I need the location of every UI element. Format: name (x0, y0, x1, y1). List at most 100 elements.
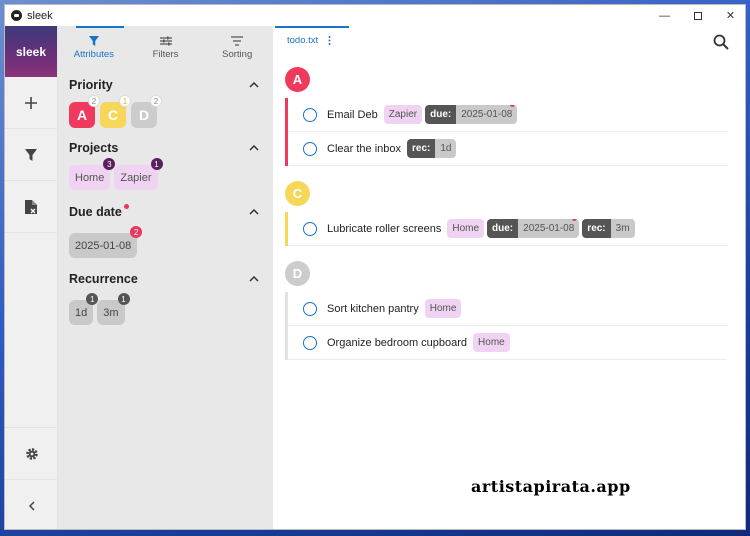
tab-filters[interactable]: Filters (130, 26, 202, 69)
section-title: Due date (69, 205, 122, 219)
project-tag[interactable]: Home (473, 333, 510, 352)
todo-text: Organize bedroom cupboard (327, 336, 468, 349)
todo-text: Clear the inbox (327, 142, 401, 155)
sort-icon (231, 35, 244, 46)
section-title: Priority (69, 78, 113, 92)
todo-text: Lubricate roller screens (327, 222, 442, 235)
window-controls: — ✕ (648, 5, 745, 26)
count-badge: 1 (119, 95, 131, 107)
todo-item[interactable]: Lubricate roller screens Home due: 2025-0… (285, 212, 727, 246)
watermark-text: artistapirata.app (471, 477, 631, 496)
priority-header[interactable]: Priority (69, 72, 262, 98)
projects-section: Projects Home 3 Zapier 1 (58, 135, 273, 190)
tab-sorting[interactable]: Sorting (201, 26, 273, 69)
filter-icon (88, 35, 99, 46)
todo-item[interactable]: Clear the inbox rec: 1d (285, 132, 727, 166)
toggle-filters-button[interactable] (5, 129, 57, 181)
nav-rail: sleek (5, 26, 58, 529)
drawer-panel: Attributes Filters Sorting Priority A 2 (58, 26, 273, 529)
maximize-button[interactable] (681, 5, 714, 26)
drawer-tabs: Attributes Filters Sorting (58, 26, 273, 69)
chevron-up-icon[interactable] (246, 271, 262, 287)
priority-chip-d[interactable]: D 2 (131, 95, 162, 128)
group-bar (285, 212, 288, 246)
recurrence-header[interactable]: Recurrence (69, 266, 262, 292)
todo-list: A Email Deb Zapier due: 2025-01-08 Clear … (285, 62, 727, 360)
rec-tag[interactable]: rec: 1d (407, 139, 457, 158)
add-todo-button[interactable] (5, 77, 57, 129)
section-title: Recurrence (69, 272, 138, 286)
due-date-section: Due date 2025-01-08 2 (58, 199, 273, 258)
section-title: Projects (69, 141, 119, 155)
close-button[interactable]: ✕ (714, 5, 745, 26)
due-tag[interactable]: due: 2025-01-08 (425, 105, 518, 124)
recurrence-section: Recurrence 1d 1 3m 1 (58, 266, 273, 325)
recurrence-chip-3m[interactable]: 3m 1 (97, 293, 130, 325)
app-logo-icon (11, 10, 22, 21)
count-badge: 2 (88, 95, 100, 107)
tab-label: Attributes (73, 48, 114, 60)
sliders-icon (159, 36, 172, 45)
recurrence-chip-1d[interactable]: 1d 1 (69, 293, 99, 325)
project-tag[interactable]: Home (447, 219, 485, 238)
priority-section: Priority A 2 C 1 D 2 (58, 72, 273, 128)
count-badge: 1 (117, 293, 130, 305)
group-d: D Sort kitchen pantry Home Organize bedr… (285, 261, 727, 360)
project-tag[interactable]: Home (424, 299, 462, 318)
project-chip-zapier[interactable]: Zapier 1 (114, 158, 163, 190)
maximize-icon (693, 11, 702, 20)
rec-tag[interactable]: rec: 3m (582, 219, 635, 238)
search-icon (713, 34, 729, 50)
more-vert-icon[interactable] (328, 36, 331, 45)
complete-checkbox[interactable] (303, 107, 317, 122)
group-c: C Lubricate roller screens Home due: 2025… (285, 181, 727, 246)
file-menu-button[interactable] (5, 181, 57, 233)
count-badge: 2 (130, 226, 143, 238)
chevron-up-icon[interactable] (246, 77, 262, 93)
projects-header[interactable]: Projects (69, 135, 262, 161)
complete-checkbox[interactable] (303, 221, 317, 236)
chevron-up-icon[interactable] (246, 140, 262, 156)
group-bar (285, 98, 288, 166)
search-button[interactable] (713, 34, 729, 53)
group-a: A Email Deb Zapier due: 2025-01-08 Clear … (285, 67, 727, 166)
sleek-logo: sleek (5, 26, 57, 77)
filter-icon (25, 148, 37, 161)
group-letter: A (285, 67, 310, 92)
minimize-button[interactable]: — (648, 5, 681, 26)
project-tag[interactable]: Zapier (383, 105, 423, 124)
todo-item[interactable]: Email Deb Zapier due: 2025-01-08 (285, 98, 727, 132)
tab-attributes[interactable]: Attributes (58, 26, 130, 69)
gear-icon (25, 447, 38, 460)
count-badge: 1 (150, 158, 163, 170)
todo-item[interactable]: Organize bedroom cupboard Home (285, 326, 727, 360)
window-title: sleek (27, 9, 53, 22)
due-tag[interactable]: due: 2025-01-08 (487, 219, 580, 238)
due-date-header[interactable]: Due date (69, 199, 262, 225)
project-chip-home[interactable]: Home 3 (69, 158, 116, 190)
group-bar (285, 292, 288, 360)
complete-checkbox[interactable] (303, 335, 317, 350)
tab-label: Sorting (222, 48, 253, 60)
priority-chip-c[interactable]: C 1 (100, 95, 131, 128)
count-badge: 2 (150, 95, 162, 107)
settings-button[interactable] (5, 427, 58, 479)
file-tab[interactable]: todo.txt (275, 26, 349, 53)
group-letter: D (285, 261, 310, 286)
todo-item[interactable]: Sort kitchen pantry Home (285, 292, 727, 326)
group-letter: C (285, 181, 310, 206)
app-window: sleek — ✕ sleek Attributes Filters Sorti… (4, 4, 746, 530)
todo-text: Email Deb (327, 108, 378, 121)
chevron-up-icon[interactable] (246, 204, 262, 220)
plus-icon (25, 96, 37, 109)
priority-chip-a[interactable]: A 2 (69, 95, 100, 128)
chevron-left-icon (28, 500, 35, 511)
todo-main: todo.txt A Email Deb Zapier due: 2025-01-… (273, 26, 745, 529)
file-icon (25, 199, 37, 214)
title-bar: sleek — ✕ (5, 5, 745, 26)
complete-checkbox[interactable] (303, 301, 317, 316)
collapse-button[interactable] (5, 479, 58, 529)
complete-checkbox[interactable] (303, 141, 317, 156)
tab-label: Filters (152, 48, 179, 60)
due-chip[interactable]: 2025-01-08 2 (69, 226, 143, 258)
